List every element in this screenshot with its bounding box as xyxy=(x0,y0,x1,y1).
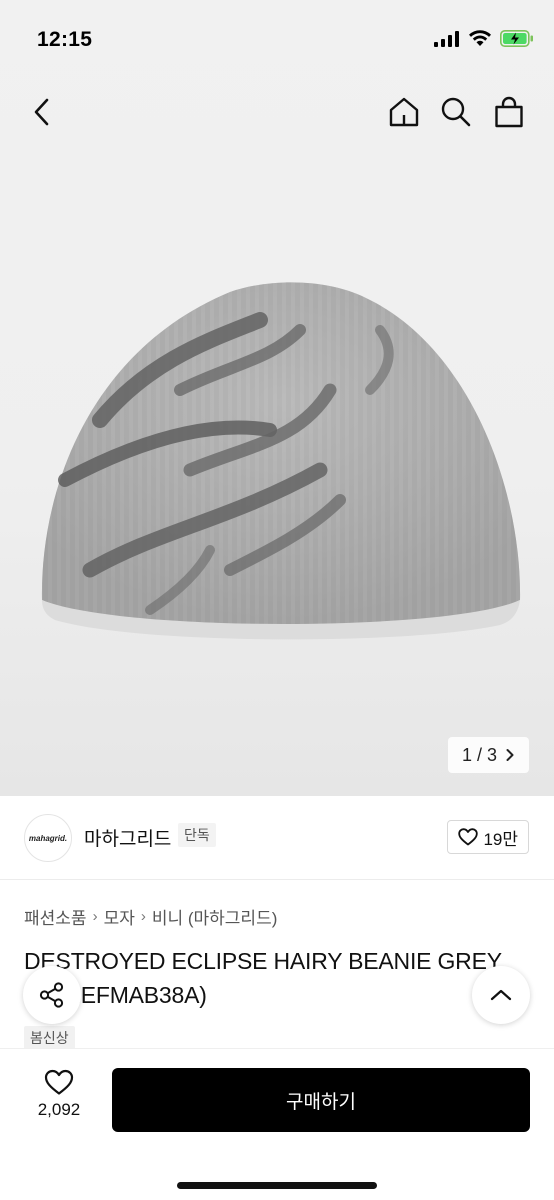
top-navigation xyxy=(0,88,554,138)
breadcrumb: 패션소품 › 모자 › 비니 (마하그리드) xyxy=(24,904,277,929)
brand-like-button[interactable]: 19만 xyxy=(447,820,529,854)
breadcrumb-item[interactable]: 패션소품 xyxy=(24,904,87,929)
scroll-top-button[interactable] xyxy=(472,966,530,1024)
battery-icon xyxy=(500,30,533,47)
chevron-up-icon xyxy=(490,989,512,1001)
shopping-bag-icon xyxy=(495,96,523,128)
product-image-area[interactable]: 12:15 1 / 3 xyxy=(0,0,554,796)
wishlist-count: 2,092 xyxy=(37,1100,81,1119)
share-icon xyxy=(39,982,64,1008)
wifi-icon xyxy=(469,30,491,46)
brand-row: mahagrid. 마하그리드 단독 19만 xyxy=(0,796,554,880)
bottom-action-bar: 2,092 구매하기 xyxy=(0,1048,554,1200)
product-image[interactable] xyxy=(30,270,530,660)
breadcrumb-item[interactable]: 비니 (마하그리드) xyxy=(152,904,278,929)
search-button[interactable] xyxy=(438,94,474,130)
brand-like-count: 19만 xyxy=(483,829,518,849)
pager-text: 1 / 3 xyxy=(461,744,497,765)
home-indicator xyxy=(177,1182,377,1189)
chevron-right-icon xyxy=(506,749,514,761)
buy-button[interactable]: 구매하기 xyxy=(112,1068,530,1132)
home-icon xyxy=(389,97,419,127)
product-title: DESTROYED ECLIPSE HAIRY BEANIE GREY (MG2… xyxy=(24,948,502,1008)
gallery-pager[interactable]: 1 / 3 xyxy=(447,737,529,773)
exclusive-badge: 단독 xyxy=(178,823,216,847)
heart-icon xyxy=(458,828,479,846)
back-chevron-icon xyxy=(34,98,49,126)
status-bar: 12:15 xyxy=(0,0,554,80)
wishlist-button[interactable]: 2,092 xyxy=(24,1069,94,1120)
home-button[interactable] xyxy=(386,94,422,130)
status-icons xyxy=(434,30,534,47)
search-icon xyxy=(441,97,471,127)
brand-name[interactable]: 마하그리드 xyxy=(84,824,171,851)
brand-logo-text: mahagrid. xyxy=(28,833,68,843)
brand-logo[interactable]: mahagrid. xyxy=(24,814,72,862)
back-button[interactable] xyxy=(24,94,60,130)
breadcrumb-item[interactable]: 모자 xyxy=(104,904,135,929)
cart-button[interactable] xyxy=(491,94,527,130)
signal-icon xyxy=(434,30,459,47)
chevron-right-icon: › xyxy=(140,908,146,925)
status-time: 12:15 xyxy=(37,28,93,51)
new-season-badge: 봄신상 xyxy=(24,1026,75,1050)
heart-icon xyxy=(44,1069,74,1095)
chevron-right-icon: › xyxy=(92,908,98,925)
share-button[interactable] xyxy=(23,966,81,1024)
